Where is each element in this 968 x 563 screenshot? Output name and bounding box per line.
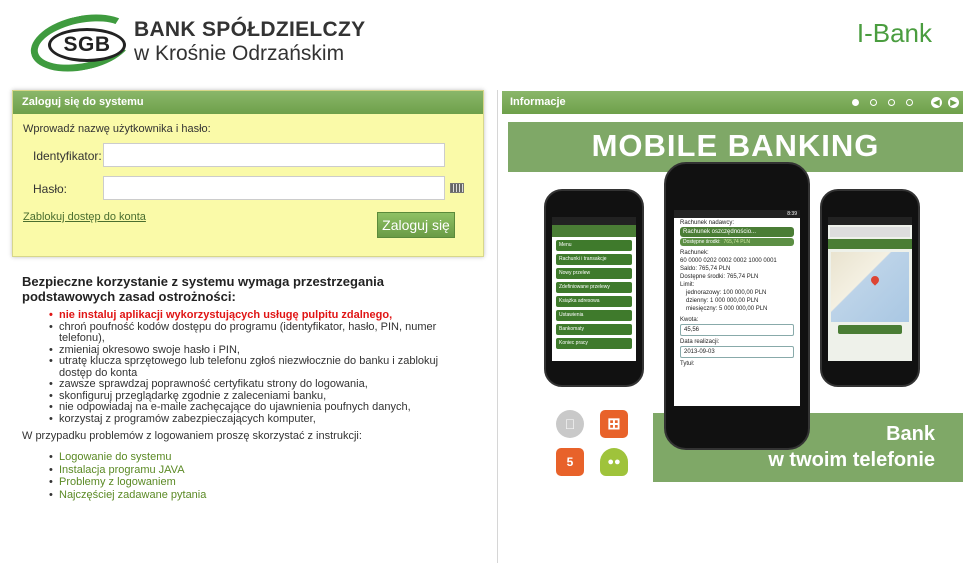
date-field: 2013-09-03 [680,346,794,358]
date-label: Data realizacji: [680,339,720,345]
title-label: Tytuł: [680,361,695,367]
phone-left-image: Menu Rachunki i transakcje Nowy przelew … [544,189,644,387]
ibank-login-page: SGB BANK SPÓŁDZIELCZY w Krośnie Odrzańsk… [0,0,968,563]
browser-bar [830,227,910,237]
slide-dot-1[interactable] [852,99,859,106]
menu-item: Bankomaty [556,324,632,335]
safety-rule: utratę klucza sprzętowego lub telefonu z… [49,355,469,379]
account-details: Rachunek: 60 0000 0202 0002 0002 1000 00… [674,247,800,315]
account-select: Rachunek oszczędnościo... [680,227,794,237]
map-button [838,325,902,334]
safety-rule: nie instaluj aplikacji wykorzystujących … [49,309,469,322]
id-input[interactable] [103,143,445,167]
help-link-problems[interactable]: Problemy z logowaniem [49,476,206,489]
safety-rule: zawsze sprawdzaj poprawność certyfikatu … [49,378,469,391]
limit-single: jednorazowy: 100 000,00 PLN [686,290,767,296]
available-value: 765,74 PLN [723,239,750,245]
limit-daily: dzienny: 1 000 000,00 PLN [686,298,759,304]
column-divider [497,90,498,563]
help-link-java[interactable]: Instalacja programu JAVA [49,464,206,477]
menu-item: Nowy przelew [556,268,632,279]
login-prompt: Wprowadź nazwę użytkownika i hasło: [23,123,211,135]
balance: Saldo: 765,74 PLN [680,266,731,272]
menu-item: Książka adresowa [556,296,632,307]
virtual-keyboard-icon[interactable] [450,183,464,193]
safety-rules-list: nie instaluj aplikacji wykorzystujących … [49,309,469,426]
html5-icon: 5 [556,448,584,476]
app-bar [828,239,912,249]
safety-title: Bezpieczne korzystanie z systemu wymaga … [22,274,384,304]
login-panel-title: Zaloguj się do systemu [13,91,483,114]
id-label: Identyfikator: [33,149,102,163]
info-panel-header: Informacje ◀ ▶ [502,91,963,114]
bank-logo: SGB BANK SPÓŁDZIELCZY w Krośnie Odrzańsk… [25,5,370,81]
android-icon: ●● [600,448,628,476]
mobile-banking-banner[interactable]: MOBILE BANKING Bank w twoim telefonie Me… [508,122,963,482]
next-slide-icon[interactable]: ▶ [948,97,959,108]
available-row: Dostępne środki: 765,74 PLN [680,238,794,246]
app-name: I-Bank [856,18,932,48]
limit-label: Limit: [680,282,695,288]
password-label: Hasło: [33,182,68,196]
windows-icon: ⊞ [600,410,628,438]
menu-item: Zdefiniowane przelewy [556,282,632,293]
phone-left-screen: Menu Rachunki i transakcje Nowy przelew … [552,217,636,361]
account-label: Rachunek: [680,250,709,256]
login-panel: Zaloguj się do systemu Wprowadź nazwę uż… [12,90,484,257]
login-button[interactable]: Zaloguj się [377,212,455,238]
available-funds: Dostępne środki: 765,74 PLN [680,274,759,280]
account-number: 60 0000 0202 0002 0002 1000 0001 [680,258,777,264]
logo-badge: SGB [48,28,126,62]
status-bar [828,217,912,225]
help-link-login[interactable]: Logowanie do systemu [49,451,206,464]
menu-item: Rachunki i transakcje [556,254,632,265]
bank-name: BANK SPÓŁDZIELCZY [134,18,366,41]
phone-right-image [820,189,920,387]
help-link-faq[interactable]: Najczęściej zadawane pytania [49,489,206,502]
promo-line-2: w twoim telefonie [768,449,935,471]
info-panel-title: Informacje [510,96,566,108]
phone-center-screen: 8:39 Rachunek nadawcy: Rachunek oszczędn… [674,210,800,406]
safety-rule: nie odpowiadaj na e-maile zachęcające do… [49,401,469,414]
slide-dot-2[interactable] [870,99,877,106]
map-pin-icon [869,274,881,286]
banner-title: MOBILE BANKING [591,128,880,163]
available-label: Dostępne środki: [683,239,721,245]
map-image [831,252,909,322]
limit-monthly: miesięczny: 5 000 000,00 PLN [686,306,768,312]
phone-center-image: 8:39 Rachunek nadawcy: Rachunek oszczędn… [664,162,810,450]
menu-item: Ustawienia [556,310,632,321]
help-intro: W przypadku problemów z logowaniem prosz… [22,430,362,442]
slide-dot-3[interactable] [888,99,895,106]
promo-line-1: Bank [886,423,935,445]
menu-item: Koniec pracy [556,338,632,349]
menu-item: Menu [556,240,632,251]
safety-rule: chroń poufność kodów dostępu do programu… [49,321,469,345]
app-bar [552,225,636,237]
safety-rule: korzystaj z programów zabezpieczających … [49,413,469,426]
password-input[interactable] [103,176,445,200]
amount-field: 45,56 [680,324,794,336]
status-time: 8:39 [674,210,800,218]
status-bar [552,217,636,225]
prev-slide-icon[interactable]: ◀ [931,97,942,108]
help-links-list: Logowanie do systemu Instalacja programu… [49,451,206,501]
apple-icon:  [556,410,584,438]
phone-right-screen [828,217,912,361]
account-header: Rachunek nadawcy: [680,220,735,226]
slide-dot-4[interactable] [906,99,913,106]
block-account-link[interactable]: Zablokuj dostęp do konta [23,211,146,223]
amount-label: Kwota: [680,317,699,323]
bank-location: w Krośnie Odrzańskim [134,42,345,65]
